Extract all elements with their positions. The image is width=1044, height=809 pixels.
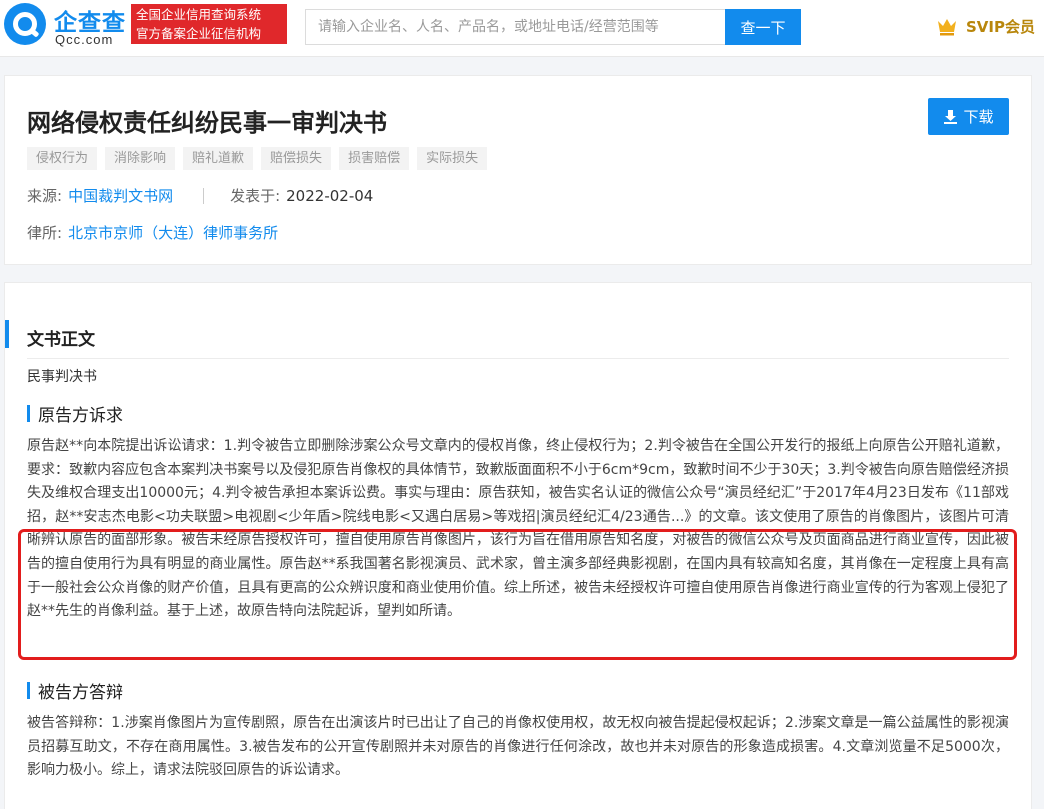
defendant-defense-text: 被告答辩称：1.涉案肖像图片为宣传剧照，原告在出演该片时已出让了自己的肖像权使用… [27,715,1009,779]
download-button[interactable]: 下载 [928,98,1009,135]
logo-domain: Qcc.com [55,32,114,47]
plaintiff-heading: 原告方诉求 [27,401,123,426]
section-accent-bar [5,320,9,348]
law-firm-link[interactable]: 北京市京师（大连）律师事务所 [68,222,278,243]
search-button[interactable]: 查一下 [725,9,801,45]
heading-accent-bar [27,682,30,699]
plaintiff-heading-label: 原告方诉求 [38,406,123,426]
tag-list: 侵权行为 消除影响 赔礼道歉 赔偿损失 损害赔偿 实际损失 [27,147,488,170]
source-link[interactable]: 中国裁判文书网 [68,185,173,206]
defendant-heading: 被告方答辩 [27,678,123,703]
section-divider [27,358,1009,359]
published-key: 发表于: [230,187,281,205]
search-input[interactable] [305,9,725,45]
crown-icon [938,19,956,36]
document-body-card: 文书正文 民事判决书 原告方诉求 原告赵**向本院提出诉讼请求：1.判令被告立即… [4,282,1032,809]
tag[interactable]: 赔偿损失 [261,147,332,170]
firm-key: 律所: [27,224,63,242]
law-firm-row: 律所: 北京市京师（大连）律师事务所 [27,222,278,243]
document-kind: 民事判决书 [27,369,97,385]
document-title: 网络侵权责任纠纷民事一审判决书 [27,109,387,137]
tag[interactable]: 赔礼道歉 [183,147,254,170]
tag[interactable]: 侵权行为 [27,147,98,170]
defendant-heading-label: 被告方答辩 [38,683,123,703]
meta-divider [203,187,205,204]
tag[interactable]: 实际损失 [417,147,488,170]
download-label: 下载 [963,108,994,126]
slogan-line-2: 官方备案企业征信机构 [136,26,262,41]
top-bar: 企查查 Qcc.com 全国企业信用查询系统 官方备案企业征信机构 查一下 SV… [0,0,1044,57]
document-header-card: 网络侵权责任纠纷民事一审判决书 下载 侵权行为 消除影响 赔礼道歉 赔偿损失 损… [4,75,1032,265]
svip-label: SVIP会员 [966,17,1035,36]
section-title: 文书正文 [27,330,95,350]
source-row: 来源: 中国裁判文书网 发表于: 2022-02-04 [27,185,373,206]
tag[interactable]: 消除影响 [105,147,176,170]
plaintiff-claims-text: 原告赵**向本院提出诉讼请求：1.判令被告立即删除涉案公众号文章内的侵权肖像，终… [27,438,1009,620]
logo-icon[interactable] [4,3,46,45]
heading-accent-bar [27,405,30,422]
published-date: 2022-02-04 [286,186,374,205]
tag[interactable]: 损害赔偿 [339,147,410,170]
slogan-badge: 全国企业信用查询系统 官方备案企业征信机构 [131,4,287,44]
slogan-line-1: 全国企业信用查询系统 [136,7,262,22]
svip-link[interactable]: SVIP会员 [936,14,1035,38]
source-key: 来源: [27,187,63,205]
download-icon [944,110,958,124]
